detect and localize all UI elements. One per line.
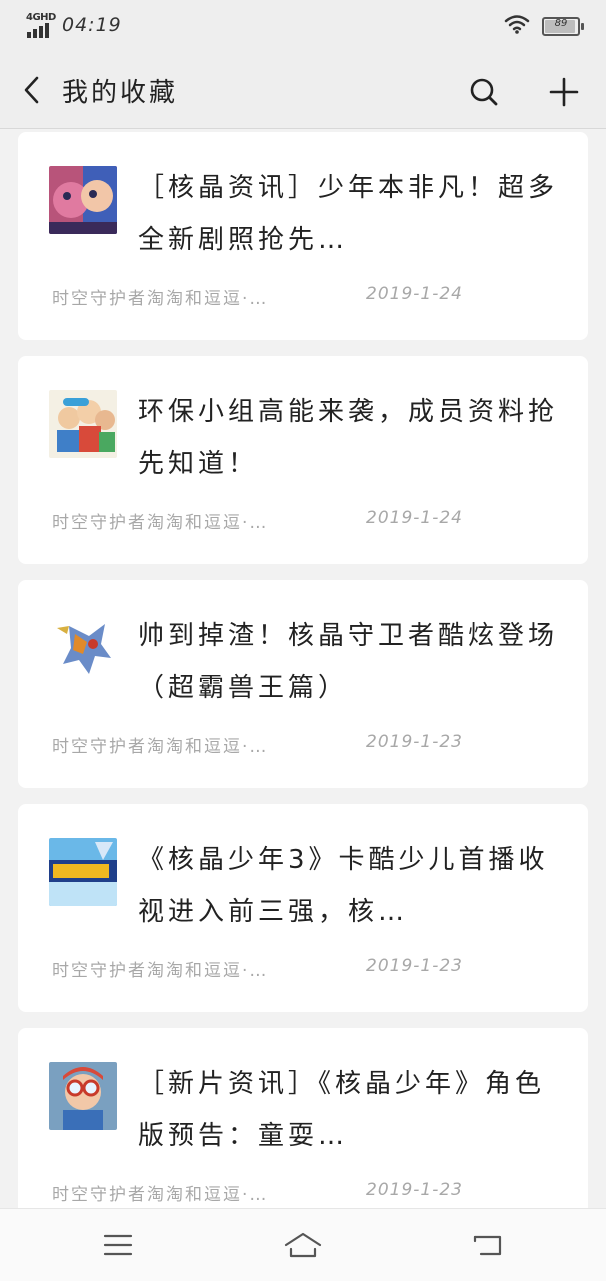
home-button[interactable]	[279, 1223, 327, 1267]
favorite-card[interactable]: ［新片资讯］《核晶少年》角色版预告：童耍… 时空守护者淘淘和逗逗·… 2019-…	[18, 1028, 588, 1208]
favorite-meta: 时空守护者淘淘和逗逗·… 2019-1-24	[52, 508, 572, 533]
favorite-source: 时空守护者淘淘和逗逗·…	[52, 289, 269, 309]
goggles-boy-thumbnail	[49, 1062, 117, 1130]
cartoon-team-thumbnail	[49, 390, 117, 458]
favorite-title[interactable]: 《核晶少年3》卡酷少儿首播收视进入前三强，核…	[138, 834, 558, 938]
menu-icon	[103, 1234, 133, 1256]
favorite-source: 时空守护者淘淘和逗逗·…	[52, 961, 269, 981]
robot-beast-thumbnail	[49, 614, 117, 682]
back-arrow-icon	[24, 76, 39, 104]
favorite-source: 时空守护者淘淘和逗逗·…	[52, 737, 269, 757]
app-bar: 我的收藏	[0, 52, 606, 129]
favorite-date: 2019-1-24	[366, 284, 463, 304]
favorite-meta: 时空守护者淘淘和逗逗·… 2019-1-23	[52, 1180, 572, 1205]
favorite-date: 2019-1-24	[366, 508, 463, 528]
battery-text: 89	[554, 17, 568, 29]
cartoon-pink-characters-thumbnail	[49, 166, 117, 234]
back-icon	[473, 1235, 502, 1256]
favorite-title[interactable]: ［核晶资讯］少年本非凡！超多全新剧照抢先…	[138, 162, 558, 266]
status-time: 04:19	[62, 14, 122, 36]
back-nav-button[interactable]	[464, 1223, 512, 1267]
show-logo-thumbnail	[49, 838, 117, 906]
favorite-card[interactable]: 《核晶少年3》卡酷少儿首播收视进入前三强，核… 时空守护者淘淘和逗逗·… 201…	[18, 804, 588, 1012]
plus-icon	[549, 77, 579, 107]
favorite-source: 时空守护者淘淘和逗逗·…	[52, 1185, 269, 1205]
favorite-date: 2019-1-23	[366, 956, 463, 976]
favorite-card[interactable]: 环保小组高能来袭，成员资料抢先知道！ 时空守护者淘淘和逗逗·… 2019-1-2…	[18, 356, 588, 564]
search-button[interactable]	[462, 70, 506, 114]
add-button[interactable]	[542, 70, 586, 114]
favorite-meta: 时空守护者淘淘和逗逗·… 2019-1-24	[52, 284, 572, 309]
status-left: 4GHD 04:19	[26, 12, 122, 38]
favorite-source: 时空守护者淘淘和逗逗·…	[52, 513, 269, 533]
signal-icon: 4GHD	[26, 12, 56, 38]
search-icon	[470, 78, 498, 106]
battery-icon: 89	[542, 16, 584, 36]
favorite-date: 2019-1-23	[366, 1180, 463, 1200]
favorite-card[interactable]: ［核晶资讯］少年本非凡！超多全新剧照抢先… 时空守护者淘淘和逗逗·… 2019-…	[18, 132, 588, 340]
favorite-card[interactable]: 帅到掉渣！核晶守卫者酷炫登场（超霸兽王篇） 时空守护者淘淘和逗逗·… 2019-…	[18, 580, 588, 788]
favorites-list[interactable]: ［核晶资讯］少年本非凡！超多全新剧照抢先… 时空守护者淘淘和逗逗·… 2019-…	[0, 129, 606, 1208]
page-title: 我的收藏	[62, 78, 179, 108]
status-right: 89	[504, 14, 584, 38]
status-bar: 4GHD 04:19 89	[0, 0, 606, 52]
system-nav-bar	[0, 1208, 606, 1281]
favorite-title[interactable]: 环保小组高能来袭，成员资料抢先知道！	[138, 386, 558, 490]
back-button[interactable]	[12, 70, 52, 110]
network-type: 4GHD	[26, 12, 56, 23]
favorite-title[interactable]: 帅到掉渣！核晶守卫者酷炫登场（超霸兽王篇）	[138, 610, 558, 714]
favorite-date: 2019-1-23	[366, 732, 463, 752]
favorite-title[interactable]: ［新片资讯］《核晶少年》角色版预告：童耍…	[138, 1058, 558, 1162]
wifi-icon	[504, 14, 530, 38]
menu-button[interactable]	[94, 1223, 142, 1267]
favorite-meta: 时空守护者淘淘和逗逗·… 2019-1-23	[52, 956, 572, 981]
home-icon	[284, 1232, 322, 1258]
favorite-meta: 时空守护者淘淘和逗逗·… 2019-1-23	[52, 732, 572, 757]
